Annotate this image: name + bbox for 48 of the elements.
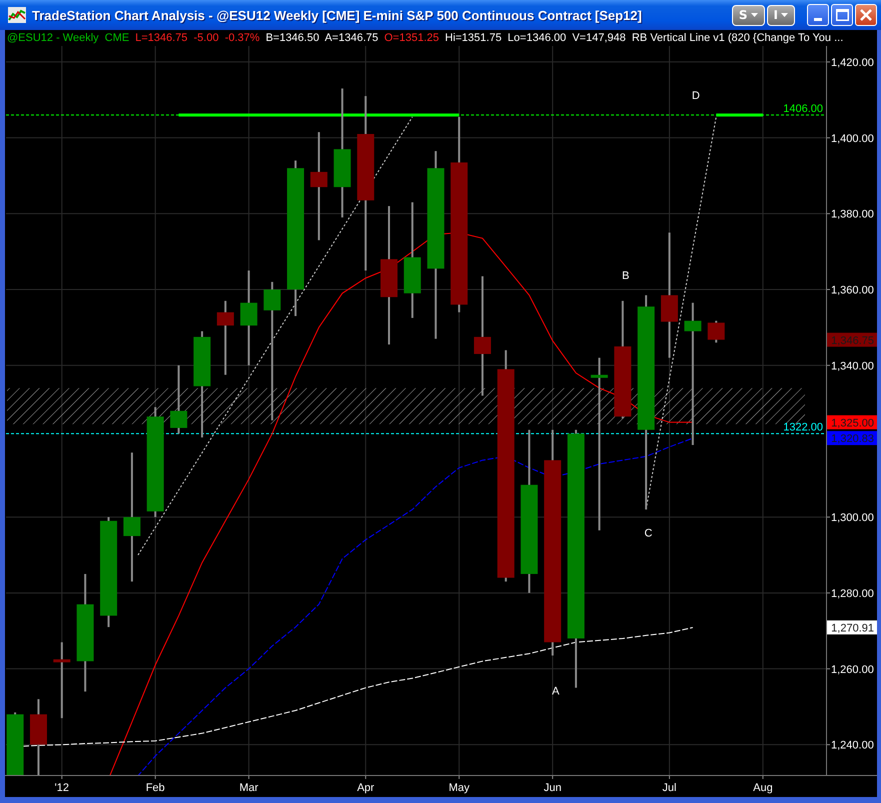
- axis-label: Aug: [753, 782, 773, 794]
- caret-icon: [781, 13, 788, 17]
- quote-text: B=1346.50 A=1346.75: [266, 32, 378, 44]
- axis-label: 1,340.00: [831, 360, 874, 372]
- axis-label: Mar: [239, 782, 258, 794]
- candlestick: [6, 712, 24, 775]
- chart-icon: [8, 7, 26, 23]
- price-tag: 1,320.83: [827, 431, 877, 446]
- price-level-label: 1322.00: [783, 422, 823, 434]
- axis-label: 1,280.00: [831, 588, 874, 600]
- price-tag: 1,346.75: [827, 332, 877, 347]
- axis-label: 1,380.00: [831, 208, 874, 221]
- toolbar-button[interactable]: S: [732, 4, 765, 26]
- axis-label: 1,240.00: [831, 740, 874, 752]
- axis-label: Apr: [357, 782, 374, 794]
- axis-label: '12: [54, 782, 70, 794]
- axis-label: Jun: [544, 782, 562, 794]
- maximize-button[interactable]: [831, 4, 853, 26]
- axis-label: May: [448, 782, 470, 794]
- close-button[interactable]: [855, 4, 877, 26]
- axis-label: 1,360.00: [831, 284, 874, 296]
- price-tag: 1,325.00: [827, 415, 877, 430]
- axis-label: 1,260.00: [831, 664, 874, 676]
- candlestick: [708, 320, 725, 343]
- point-label: D: [692, 90, 700, 102]
- quote-text: O=1351.25: [384, 32, 439, 44]
- point-label: B: [622, 270, 630, 282]
- close-icon: [860, 9, 872, 21]
- axis-label: Jul: [662, 782, 676, 794]
- maximize-icon: [836, 9, 848, 21]
- caret-icon: [750, 13, 758, 17]
- axis-label: Feb: [146, 782, 165, 794]
- point-label: C: [644, 527, 652, 540]
- axis-label: 1,300.00: [831, 512, 874, 524]
- minimize-button[interactable]: [807, 4, 829, 26]
- quote-text: Hi=1351.75 Lo=1346.00 V=147,948 RB Vertical Line v1 (820 {Change To You ...: [445, 32, 844, 44]
- axis-label: 1,420.00: [831, 56, 874, 69]
- point-label: A: [552, 685, 560, 698]
- minimize-icon: [814, 18, 822, 21]
- candlestick: [170, 365, 188, 434]
- window-title: TradeStation Chart Analysis - @ESU12 Weekly [CME] E-mini S&P 500 Continuous Contract [Sep12]: [32, 8, 643, 22]
- axis-label: 1,400.00: [831, 132, 874, 145]
- quote-text: @ESU12 - Weekly CME: [7, 32, 130, 44]
- toolbar-button[interactable]: I: [766, 4, 795, 26]
- price-tag: 1,270.91: [827, 620, 877, 634]
- price-level-label: 1406.00: [783, 103, 823, 116]
- target-line: [716, 114, 763, 117]
- quote-text: L=1346.75 -5.00 -0.37%: [135, 32, 260, 44]
